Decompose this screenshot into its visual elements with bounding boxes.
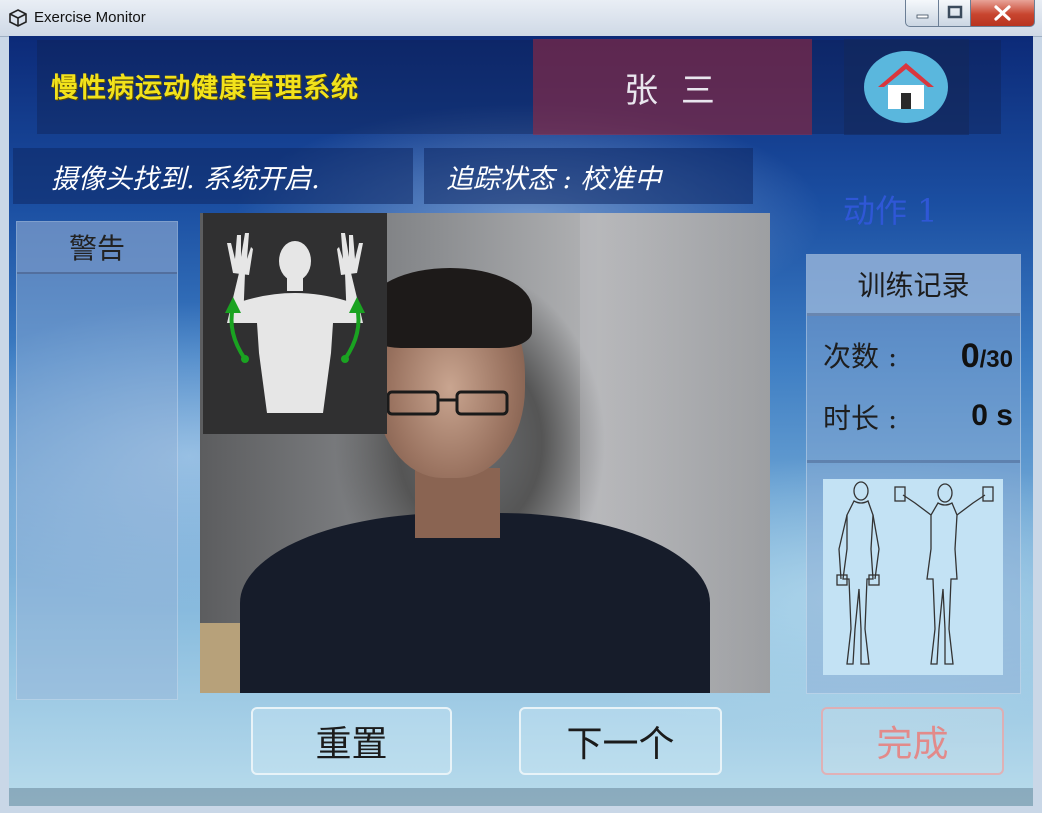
count-label: 次数 : — [823, 340, 898, 373]
window-title: Exercise Monitor — [34, 9, 146, 26]
count-current: 0 — [960, 337, 980, 375]
time-row: 时长 : 0 s — [823, 397, 1013, 437]
title-bar[interactable]: Exercise Monitor — [0, 0, 1042, 37]
exercise-demo-image — [823, 479, 1003, 675]
training-record-header: 训练记录 — [807, 255, 1020, 316]
maximize-button[interactable] — [938, 0, 972, 27]
time-value-text: 0 s — [971, 399, 1013, 432]
tracking-status-box: 追踪状态 : 校准中 — [424, 148, 753, 204]
system-title: 慢性病运动健康管理系统 — [51, 73, 359, 104]
person-shirt — [240, 513, 710, 693]
home-panel — [844, 39, 969, 135]
time-value: 0 s — [971, 399, 1013, 433]
exercise-monitor-window: Exercise Monitor 慢性病运动健康管理系统 张 三 摄像头找到. … — [0, 0, 1042, 813]
count-total: /30 — [979, 346, 1013, 373]
chair — [200, 623, 240, 693]
time-label: 时长 : — [823, 402, 898, 435]
app-client-area: 慢性病运动健康管理系统 张 三 摄像头找到. 系统开启. 追踪状态 : 校准中 — [9, 36, 1033, 806]
training-record-title: 训练记录 — [857, 269, 970, 302]
reset-button[interactable]: 重置 — [251, 707, 452, 775]
warning-header: 警告 — [17, 222, 177, 274]
next-button-label: 下一个 — [566, 724, 675, 765]
home-button[interactable] — [864, 51, 948, 123]
minimize-button[interactable] — [905, 0, 940, 27]
close-button[interactable] — [970, 0, 1035, 27]
person-neck — [415, 468, 500, 538]
person-hair — [368, 268, 532, 348]
bottom-bar — [9, 788, 1033, 806]
record-divider — [807, 460, 1020, 463]
count-value: 0/30 — [961, 337, 1013, 376]
count-row: 次数 : 0/30 — [823, 335, 1013, 375]
warning-panel: 警告 — [16, 221, 178, 700]
done-button[interactable]: 完成 — [821, 707, 1004, 775]
camera-status: 摄像头找到. 系统开启. — [51, 163, 320, 195]
tracking-status: 追踪状态 : 校准中 — [446, 163, 662, 195]
done-button-label: 完成 — [876, 724, 949, 765]
unity-logo-icon — [9, 9, 27, 27]
action-title: 动作 1 — [843, 192, 938, 230]
person-glasses — [386, 390, 509, 416]
user-name-box: 张 三 — [533, 39, 812, 135]
user-name: 张 三 — [624, 70, 721, 111]
reset-button-label: 重置 — [315, 724, 388, 765]
training-record-panel: 训练记录 次数 : 0/30 时长 : 0 s — [806, 254, 1021, 694]
camera-status-box: 摄像头找到. 系统开启. — [13, 148, 413, 204]
warning-title: 警告 — [68, 232, 125, 265]
pose-guide-image — [203, 213, 387, 434]
next-button[interactable]: 下一个 — [519, 707, 722, 775]
